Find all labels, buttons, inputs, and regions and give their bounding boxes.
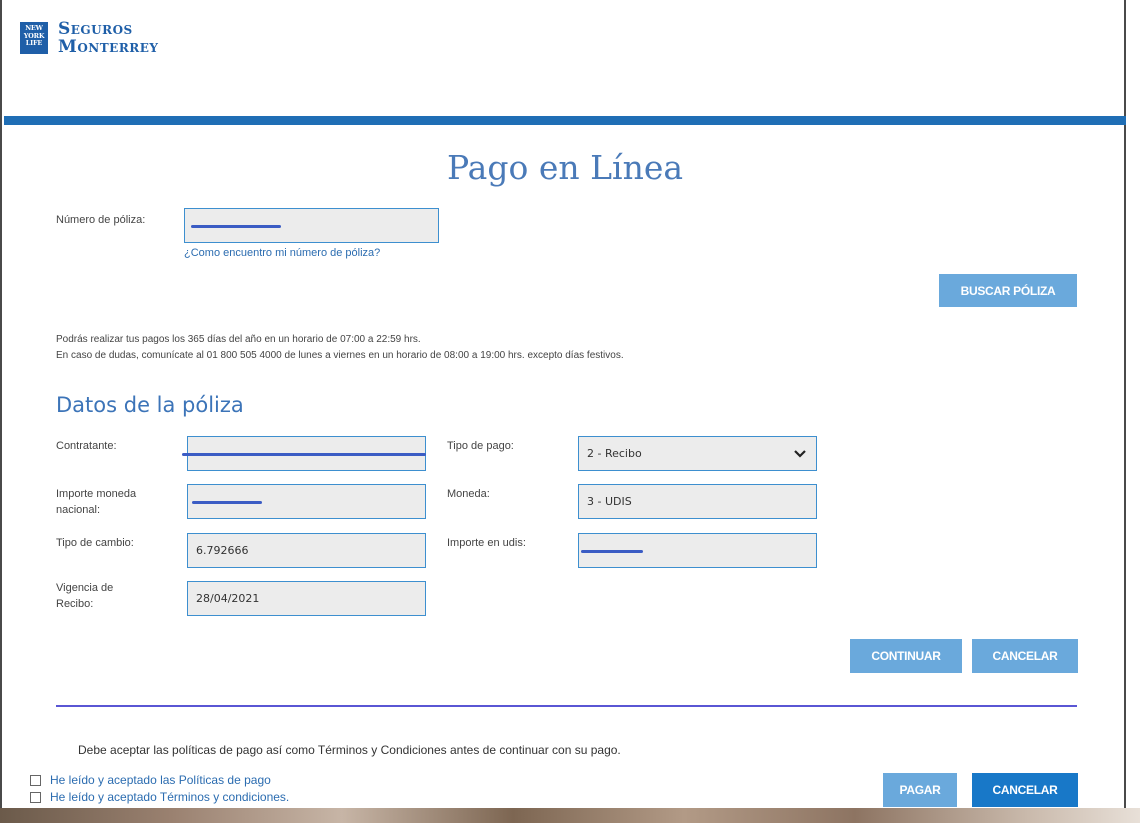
- brand-name-line-2: Monterrey: [58, 37, 159, 57]
- page-frame: NEW YORK LIFE Seguros Monterrey Pago en …: [0, 0, 1126, 808]
- new-york-life-badge: NEW YORK LIFE: [20, 22, 48, 54]
- chevron-down-icon: [794, 449, 806, 458]
- tipo-pago-selected-value: 2 - Recibo: [587, 447, 642, 460]
- redacted-mark: [182, 453, 426, 456]
- search-policy-button[interactable]: BUSCAR PÓLIZA: [939, 274, 1077, 307]
- contratante-field: [182, 436, 426, 471]
- importe-udis-label: Importe en udis:: [447, 537, 526, 549]
- cancel-button[interactable]: CANCELAR: [972, 639, 1078, 673]
- moneda-label: Moneda:: [447, 488, 490, 500]
- importe-mn-label: Importe moneda nacional:: [56, 488, 137, 516]
- policy-data-title: Datos de la póliza: [56, 393, 244, 417]
- redacted-mark: [192, 501, 262, 504]
- contact-info: En caso de dudas, comunícate al 01 800 5…: [56, 350, 624, 361]
- brand-name-line-1: Seguros: [58, 19, 133, 39]
- vigencia-field: 28/04/2021: [187, 581, 426, 616]
- schedule-info: Podrás realizar tus pagos los 365 días d…: [56, 334, 421, 345]
- redacted-mark: [581, 550, 643, 553]
- tipo-pago-label: Tipo de pago:: [447, 440, 514, 452]
- terms-checkbox-label[interactable]: He leído y aceptado Términos y condicion…: [50, 790, 289, 804]
- moneda-field: 3 - UDIS: [578, 484, 817, 519]
- terms-notice: Debe aceptar las políticas de pago así c…: [78, 743, 621, 757]
- brand-logo: NEW YORK LIFE Seguros Monterrey: [20, 20, 158, 56]
- importe-mn-field: [187, 484, 426, 519]
- cancel-payment-button[interactable]: CANCELAR: [972, 773, 1078, 807]
- section-divider: [56, 705, 1077, 707]
- tipo-cambio-label: Tipo de cambio:: [56, 537, 134, 549]
- policies-checkbox[interactable]: [30, 774, 41, 786]
- window-gap: [1126, 0, 1140, 808]
- background-strip: [0, 808, 1140, 823]
- importe-udis-field: [578, 533, 817, 568]
- policies-checkbox-row[interactable]: He leído y aceptado las Políticas de pag…: [30, 773, 271, 787]
- terms-checkbox-row[interactable]: He leído y aceptado Términos y condicion…: [30, 790, 289, 804]
- terms-checkbox[interactable]: [30, 791, 41, 803]
- find-policy-number-link[interactable]: ¿Como encuentro mi número de póliza?: [184, 247, 380, 259]
- page-title: Pago en Línea: [446, 148, 684, 187]
- brand-name: Seguros Monterrey: [58, 20, 158, 56]
- tipo-pago-select[interactable]: 2 - Recibo: [578, 436, 817, 471]
- tipo-cambio-field: 6.792666: [187, 533, 426, 568]
- vigencia-label: Vigencia de Recibo:: [56, 582, 114, 610]
- policy-number-label: Número de póliza:: [56, 214, 146, 226]
- continue-button[interactable]: CONTINUAR: [850, 639, 962, 673]
- redacted-mark: [191, 225, 281, 228]
- contratante-label: Contratante:: [56, 440, 117, 452]
- policies-checkbox-label[interactable]: He leído y aceptado las Políticas de pag…: [50, 773, 271, 787]
- policy-number-input[interactable]: [184, 208, 439, 243]
- badge-line-3: LIFE: [25, 39, 43, 47]
- pay-button[interactable]: PAGAR: [883, 773, 957, 807]
- header-bar: [4, 116, 1126, 125]
